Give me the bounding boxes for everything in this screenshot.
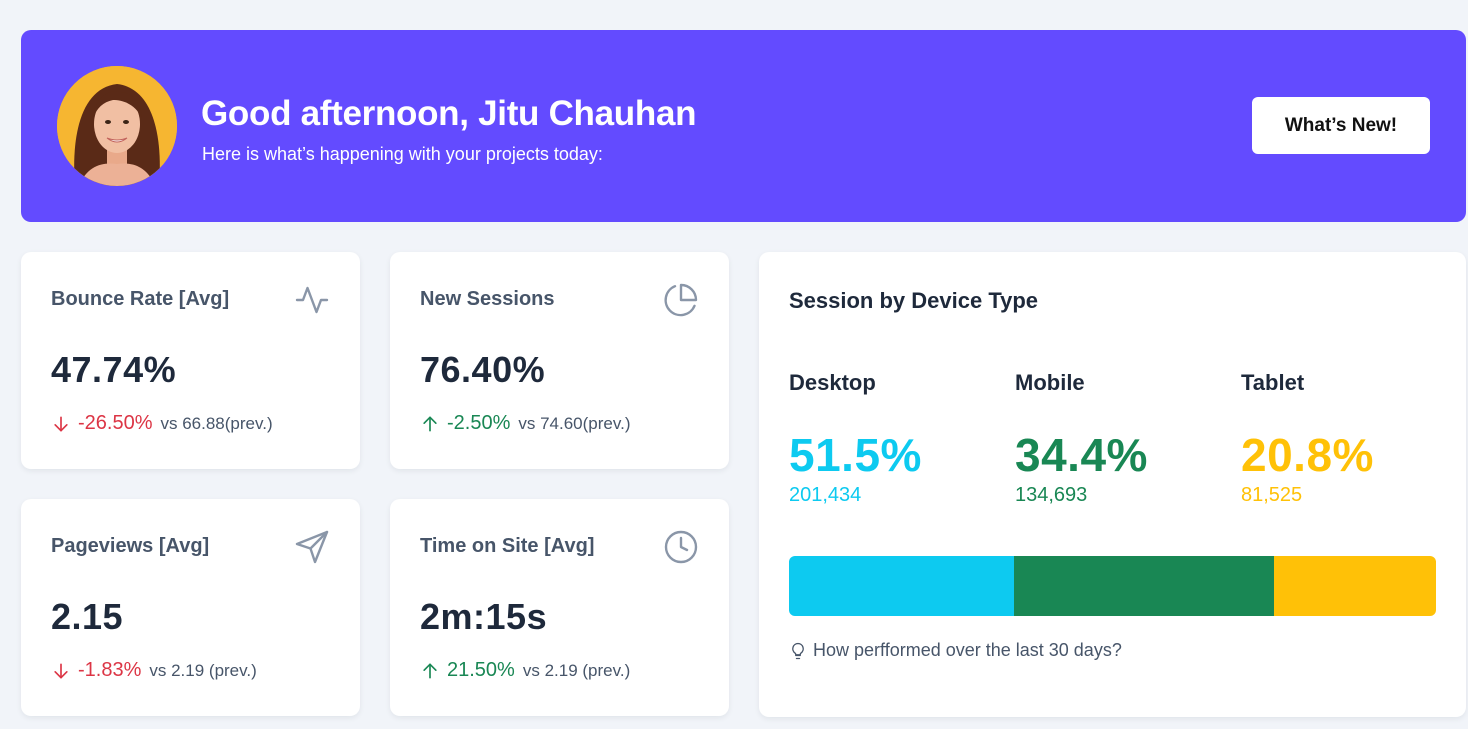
- device-percent: 34.4%: [1015, 429, 1148, 481]
- arrow-down-icon: [54, 416, 68, 431]
- clock-icon: [664, 530, 698, 564]
- stat-card-new-sessions: New Sessions 76.40% -2.50% vs 74.60(prev…: [390, 252, 729, 469]
- device-name: Mobile: [1015, 370, 1085, 395]
- lightbulb-icon: [792, 642, 804, 659]
- device-count: 134,693: [1015, 484, 1088, 506]
- change-percent: -26.50%: [78, 412, 153, 434]
- stat-title: Pageviews [Avg]: [51, 535, 210, 557]
- session-by-device-card: Session by Device Type Desktop 51.5% 201…: [759, 252, 1466, 717]
- avatar-image: [57, 66, 177, 186]
- stat-value: 2m:15s: [420, 596, 548, 637]
- stat-change: -2.50% vs 74.60(prev.): [420, 412, 631, 435]
- stat-title: Bounce Rate [Avg]: [51, 288, 230, 310]
- stat-change: 21.50% vs 2.19 (prev.): [420, 659, 630, 682]
- progress-segment-tablet: [1273, 556, 1436, 616]
- device-tablet: Tablet 20.8% 81,525: [1241, 370, 1374, 507]
- stat-card-pageviews: Pageviews [Avg] 2.15 -1.83% vs 2.19 (pre…: [21, 499, 360, 716]
- device-name: Desktop: [789, 370, 876, 395]
- activity-icon: [295, 286, 329, 314]
- arrow-up-icon: [423, 663, 437, 678]
- stat-card-time-on-site: Time on Site [Avg] 2m:15s 21.50% vs 2.19…: [390, 499, 729, 716]
- change-percent: -2.50%: [447, 412, 511, 434]
- stat-value: 76.40%: [420, 349, 546, 390]
- send-icon: [295, 530, 329, 564]
- device-percent: 20.8%: [1241, 429, 1374, 481]
- avatar: [57, 66, 177, 186]
- stat-value: 2.15: [51, 596, 124, 637]
- welcome-banner: Good afternoon, Jitu Chauhan Here is wha…: [21, 30, 1466, 222]
- stat-value: 47.74%: [51, 349, 177, 390]
- device-count: 81,525: [1241, 484, 1303, 506]
- change-comparison: vs 66.88(prev.): [160, 413, 273, 433]
- progress-segment-mobile: [1014, 556, 1274, 616]
- stat-change: -26.50% vs 66.88(prev.): [51, 412, 273, 435]
- change-comparison: vs 2.19 (prev.): [149, 660, 257, 680]
- card-title: Session by Device Type: [789, 288, 1039, 313]
- stat-card-bounce-rate: Bounce Rate [Avg] 47.74% -26.50% vs 66.8…: [21, 252, 360, 469]
- device-mobile: Mobile 34.4% 134,693: [1015, 370, 1148, 507]
- device-name: Tablet: [1241, 370, 1305, 395]
- change-percent: 21.50%: [447, 659, 515, 681]
- whats-new-button[interactable]: What’s New!: [1252, 97, 1430, 154]
- change-comparison: vs 74.60(prev.): [518, 413, 631, 433]
- arrow-down-icon: [54, 663, 68, 678]
- device-count: 201,434: [789, 484, 862, 506]
- greeting-subtitle: Here is what’s happening with your proje…: [202, 144, 603, 164]
- device-note: How perfformed over the last 30 days?: [789, 640, 1122, 661]
- progress-segment-desktop: [789, 556, 1015, 616]
- change-percent: -1.83%: [78, 659, 142, 681]
- stat-title: New Sessions: [420, 288, 555, 310]
- device-percent: 51.5%: [789, 429, 922, 481]
- note-text: How perfformed over the last 30 days?: [813, 640, 1122, 660]
- greeting-title: Good afternoon, Jitu Chauhan: [201, 94, 697, 133]
- stat-title: Time on Site [Avg]: [420, 535, 595, 557]
- pie-chart-icon: [664, 283, 698, 317]
- device-desktop: Desktop 51.5% 201,434: [789, 370, 922, 507]
- change-comparison: vs 2.19 (prev.): [522, 660, 631, 680]
- device-progress-bar: [789, 556, 1436, 616]
- arrow-up-icon: [423, 416, 437, 431]
- stat-change: -1.83% vs 2.19 (prev.): [51, 659, 257, 682]
